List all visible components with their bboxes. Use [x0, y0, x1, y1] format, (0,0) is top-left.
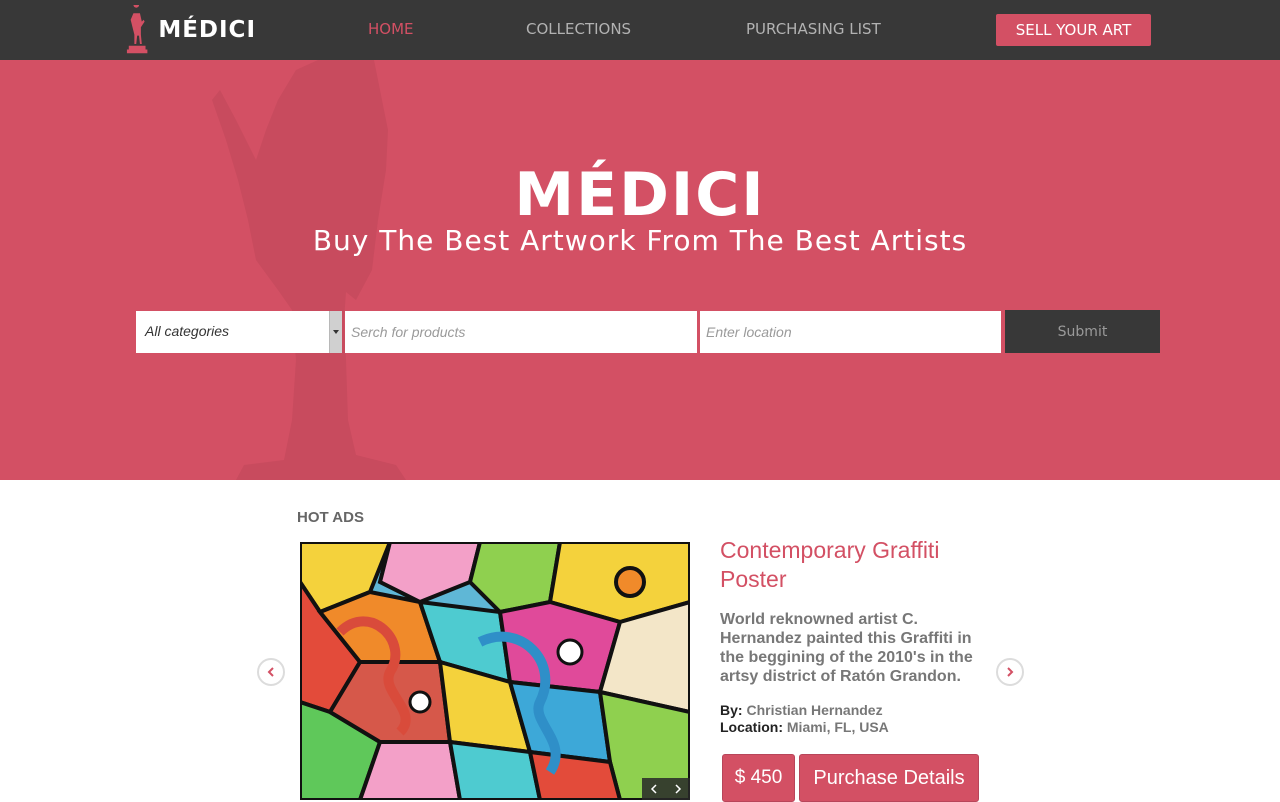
hot-ads-heading: HOT ADS [297, 509, 364, 526]
ad-artwork-image[interactable] [300, 542, 690, 800]
statue-icon [126, 5, 148, 54]
category-select[interactable]: All categories [136, 311, 342, 353]
image-next-button[interactable] [666, 778, 690, 800]
graffiti-artwork-image [300, 542, 690, 800]
nav-purchasing-list[interactable]: PURCHASING LIST [746, 20, 881, 38]
submit-button[interactable]: Submit [1005, 310, 1160, 353]
ad-location-value: Miami, FL, USA [786, 719, 889, 735]
ad-title[interactable]: Contemporary Graffiti Poster [720, 536, 990, 594]
ad-location-label: Location: [720, 719, 783, 735]
sell-your-art-button[interactable]: SELL YOUR ART [996, 14, 1151, 46]
image-prev-button[interactable] [642, 778, 666, 800]
carousel-prev-button[interactable] [257, 658, 285, 686]
product-search-input[interactable] [345, 311, 697, 353]
location-input[interactable] [700, 311, 1001, 353]
ad-artist-value: Christian Hernandez [746, 702, 883, 718]
category-select-value: All categories [145, 323, 230, 339]
hero-banner: MÉDICI Buy The Best Artwork From The Bes… [0, 60, 1280, 480]
logo-text: MÉDICI [158, 17, 256, 43]
dropdown-arrow-icon[interactable] [329, 311, 342, 353]
ad-artist-label: By: [720, 702, 743, 718]
statue-silhouette-icon [212, 60, 406, 480]
ad-artist: By: Christian Hernandez [720, 702, 883, 718]
chevron-right-icon [1007, 667, 1014, 677]
hero-title: MÉDICI [514, 160, 766, 230]
carousel-next-button[interactable] [996, 658, 1024, 686]
hero-subtitle: Buy The Best Artwork From The Best Artis… [312, 224, 968, 257]
nav-home[interactable]: HOME [368, 20, 414, 38]
price-button[interactable]: $ 450 [722, 754, 795, 802]
ad-location: Location: Miami, FL, USA [720, 719, 889, 735]
chevron-right-icon [675, 784, 682, 794]
logo-link[interactable]: MÉDICI [126, 4, 256, 56]
purchase-details-button[interactable]: Purchase Details [799, 754, 979, 802]
ad-description: World reknowned artist C. Hernandez pain… [720, 611, 973, 685]
chevron-left-icon [650, 784, 657, 794]
navbar: MÉDICI HOME COLLECTIONS PURCHASING LIST … [0, 0, 1280, 60]
chevron-left-icon [267, 667, 274, 677]
nav-collections[interactable]: COLLECTIONS [526, 20, 631, 38]
